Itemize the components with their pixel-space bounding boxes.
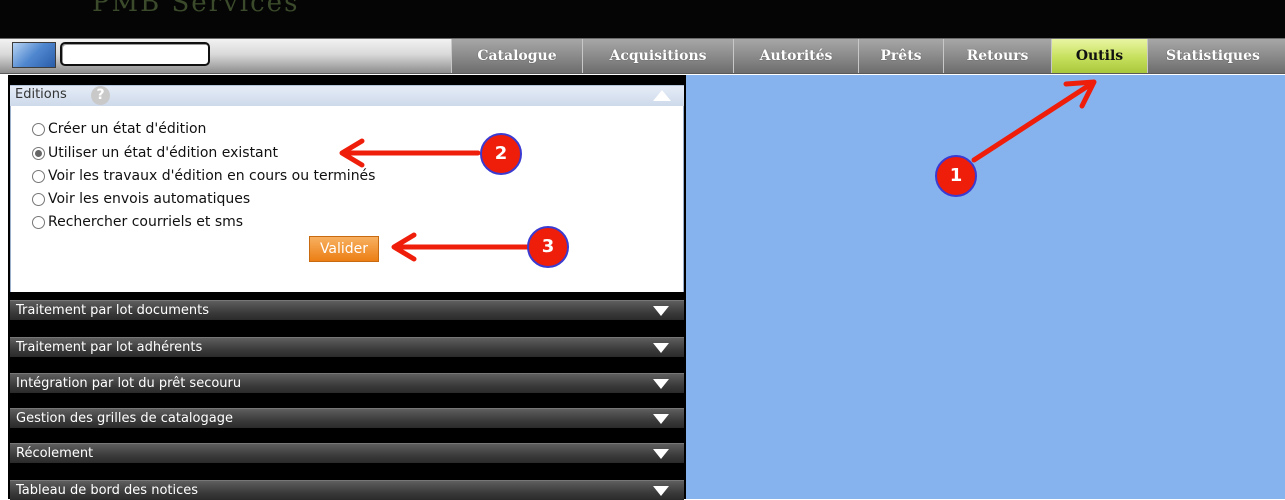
annotation-badge-1: 1: [935, 155, 977, 197]
annotation-badge-2: 2: [480, 133, 522, 175]
annotation-badge-3: 3: [527, 226, 569, 268]
annotation-arrows: [339, 79, 1097, 262]
arrow-1-shaft: [971, 83, 1091, 163]
